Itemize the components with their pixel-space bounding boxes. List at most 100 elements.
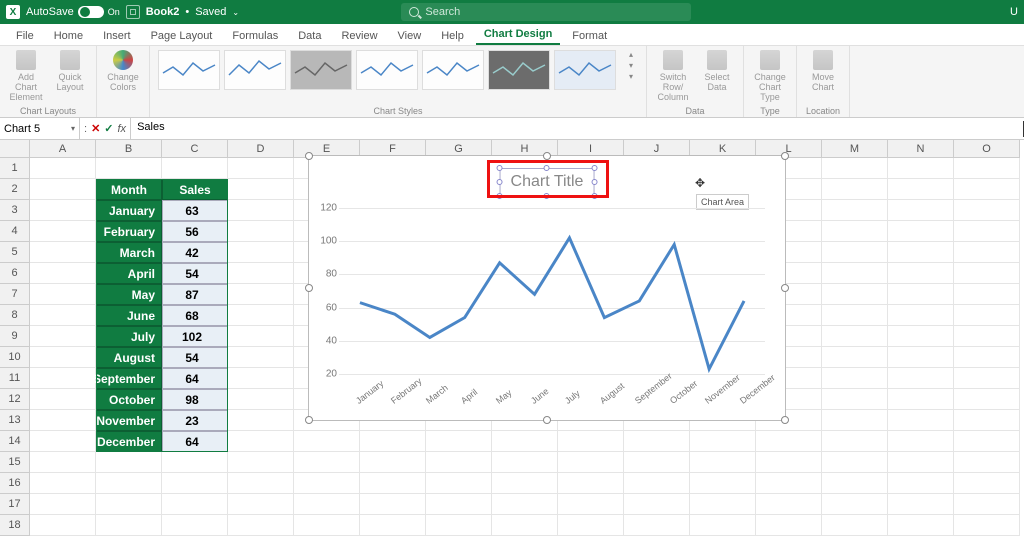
title-handle[interactable] bbox=[591, 165, 597, 171]
cell[interactable] bbox=[822, 347, 888, 368]
cell[interactable]: Month bbox=[96, 179, 162, 200]
tab-insert[interactable]: Insert bbox=[95, 27, 139, 45]
cell[interactable] bbox=[954, 305, 1020, 326]
cell[interactable]: May bbox=[96, 284, 162, 305]
cell[interactable] bbox=[228, 221, 294, 242]
cell[interactable] bbox=[360, 473, 426, 494]
row-header[interactable]: 16 bbox=[0, 473, 30, 494]
cell[interactable]: 64 bbox=[162, 368, 228, 389]
style-thumb-6[interactable] bbox=[488, 50, 550, 90]
name-box[interactable]: Chart 5 ▾ bbox=[0, 118, 80, 139]
cell[interactable] bbox=[822, 452, 888, 473]
cell[interactable] bbox=[624, 515, 690, 536]
cell[interactable] bbox=[954, 515, 1020, 536]
cell[interactable] bbox=[162, 452, 228, 473]
cell[interactable] bbox=[822, 200, 888, 221]
cell[interactable] bbox=[954, 389, 1020, 410]
row-header[interactable]: 11 bbox=[0, 368, 30, 389]
cell[interactable] bbox=[30, 158, 96, 179]
move-chart-button[interactable]: Move Chart bbox=[805, 50, 841, 92]
cell[interactable] bbox=[294, 431, 360, 452]
user-area[interactable]: U bbox=[1010, 6, 1018, 18]
cell[interactable] bbox=[162, 158, 228, 179]
cell[interactable] bbox=[294, 452, 360, 473]
cell[interactable] bbox=[690, 494, 756, 515]
cell[interactable]: March bbox=[96, 242, 162, 263]
fx-icon[interactable]: fx bbox=[118, 123, 127, 135]
cell[interactable] bbox=[888, 389, 954, 410]
cell[interactable] bbox=[756, 452, 822, 473]
cell[interactable] bbox=[228, 431, 294, 452]
cell[interactable] bbox=[888, 326, 954, 347]
tab-help[interactable]: Help bbox=[433, 27, 472, 45]
line-series[interactable] bbox=[339, 208, 765, 374]
col-header[interactable]: O bbox=[954, 140, 1020, 158]
resize-handle[interactable] bbox=[305, 284, 313, 292]
cell[interactable] bbox=[492, 515, 558, 536]
cell[interactable] bbox=[822, 284, 888, 305]
cell[interactable]: 102 bbox=[162, 326, 228, 347]
tab-formulas[interactable]: Formulas bbox=[224, 27, 286, 45]
cell[interactable]: 98 bbox=[162, 389, 228, 410]
cell[interactable] bbox=[558, 431, 624, 452]
select-all-corner[interactable] bbox=[0, 140, 30, 158]
cell[interactable] bbox=[294, 494, 360, 515]
cancel-button[interactable]: ✕ bbox=[91, 122, 100, 135]
cell[interactable] bbox=[822, 431, 888, 452]
tab-home[interactable]: Home bbox=[46, 27, 91, 45]
cell[interactable] bbox=[954, 410, 1020, 431]
quick-layout-button[interactable]: Quick Layout bbox=[52, 50, 88, 92]
cell[interactable] bbox=[822, 515, 888, 536]
cell[interactable]: 87 bbox=[162, 284, 228, 305]
cell[interactable] bbox=[30, 515, 96, 536]
cell[interactable] bbox=[30, 347, 96, 368]
cell[interactable] bbox=[96, 515, 162, 536]
row-header[interactable]: 17 bbox=[0, 494, 30, 515]
row-header[interactable]: 13 bbox=[0, 410, 30, 431]
plot-area[interactable]: 20406080100120JanuaryFebruaryMarchAprilM… bbox=[339, 208, 765, 374]
chart-title[interactable]: Chart Title bbox=[500, 168, 595, 196]
cell[interactable]: April bbox=[96, 263, 162, 284]
cell[interactable] bbox=[228, 263, 294, 284]
title-handle[interactable] bbox=[544, 193, 550, 199]
cell[interactable] bbox=[228, 515, 294, 536]
cell[interactable]: 64 bbox=[162, 431, 228, 452]
resize-handle[interactable] bbox=[781, 284, 789, 292]
cell[interactable] bbox=[426, 431, 492, 452]
cell[interactable] bbox=[360, 452, 426, 473]
change-colors-button[interactable]: Change Colors bbox=[105, 50, 141, 92]
cell[interactable] bbox=[558, 473, 624, 494]
cell[interactable]: October bbox=[96, 389, 162, 410]
cell[interactable] bbox=[888, 242, 954, 263]
cell[interactable] bbox=[30, 242, 96, 263]
cell[interactable]: July bbox=[96, 326, 162, 347]
cell[interactable] bbox=[954, 452, 1020, 473]
chart-object[interactable]: Chart Title ✥ Chart Area 20406080100120J… bbox=[308, 155, 786, 421]
style-thumb-4[interactable] bbox=[356, 50, 418, 90]
cell[interactable] bbox=[954, 326, 1020, 347]
style-thumb-7[interactable] bbox=[554, 50, 616, 90]
cell[interactable] bbox=[888, 494, 954, 515]
cell[interactable] bbox=[888, 200, 954, 221]
cell[interactable] bbox=[690, 452, 756, 473]
row-header[interactable]: 6 bbox=[0, 263, 30, 284]
cell[interactable] bbox=[558, 515, 624, 536]
resize-handle[interactable] bbox=[543, 416, 551, 424]
cell[interactable] bbox=[624, 473, 690, 494]
cell[interactable] bbox=[888, 473, 954, 494]
switch-row-col-button[interactable]: Switch Row/ Column bbox=[655, 50, 691, 102]
cell[interactable] bbox=[228, 410, 294, 431]
cell[interactable] bbox=[492, 431, 558, 452]
cell[interactable]: 23 bbox=[162, 410, 228, 431]
row-header[interactable]: 2 bbox=[0, 179, 30, 200]
cell[interactable]: August bbox=[96, 347, 162, 368]
cell[interactable]: 68 bbox=[162, 305, 228, 326]
cell[interactable]: 54 bbox=[162, 347, 228, 368]
cell[interactable] bbox=[954, 494, 1020, 515]
cell[interactable] bbox=[954, 200, 1020, 221]
cell[interactable] bbox=[426, 515, 492, 536]
cell[interactable] bbox=[690, 473, 756, 494]
cell[interactable] bbox=[96, 452, 162, 473]
cell[interactable] bbox=[492, 452, 558, 473]
enter-button[interactable]: ✓ bbox=[104, 122, 113, 135]
